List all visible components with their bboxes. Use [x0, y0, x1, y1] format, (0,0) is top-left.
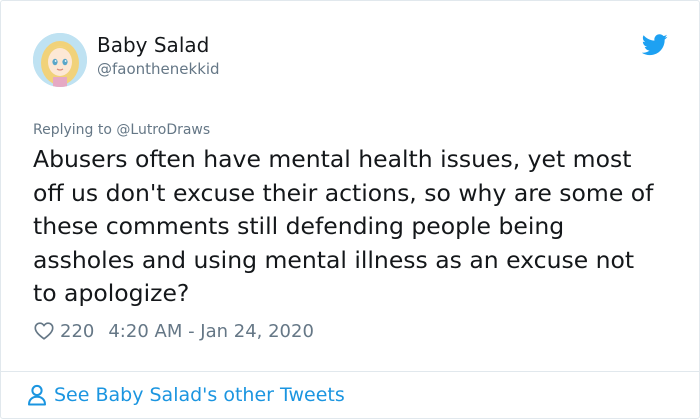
- tweet-text: Abusers often have mental health issues,…: [33, 145, 654, 307]
- see-other-tweets-link[interactable]: See Baby Salad's other Tweets: [27, 382, 345, 408]
- tweet-card: Baby Salad @faonthenekkid Replying to @L…: [0, 0, 700, 419]
- reply-prefix: Replying to: [33, 122, 112, 138]
- person-icon: [28, 384, 46, 406]
- see-other-tweets-label: See Baby Salad's other Tweets: [54, 384, 345, 406]
- author-handle[interactable]: @faonthenekkid: [97, 59, 220, 79]
- heart-icon[interactable]: [33, 320, 55, 342]
- avatar-image: [33, 33, 87, 87]
- reply-context: Replying to @LutroDraws: [33, 121, 210, 139]
- author-display-name[interactable]: Baby Salad: [97, 33, 209, 57]
- like-count[interactable]: 220: [60, 321, 94, 342]
- reply-mention-link[interactable]: @LutroDraws: [116, 122, 210, 138]
- tweet-meta: 220 4:20 AM - Jan 24, 2020: [33, 319, 314, 343]
- tweet-timestamp[interactable]: 4:20 AM - Jan 24, 2020: [108, 321, 314, 342]
- twitter-bird-icon[interactable]: [642, 34, 668, 56]
- divider: [1, 371, 699, 372]
- avatar[interactable]: [33, 33, 87, 87]
